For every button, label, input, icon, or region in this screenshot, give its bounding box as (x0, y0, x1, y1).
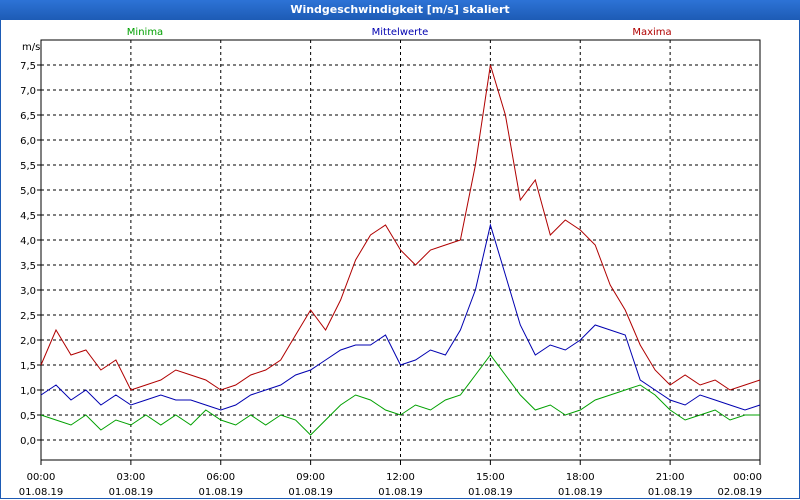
x-tick-date-label: 01.08.19 (109, 487, 154, 498)
legend-entry-minima: Minima (127, 27, 163, 38)
x-tick-time-label: 09:00 (296, 472, 325, 483)
x-tick-time-label: 00:00 (733, 472, 762, 483)
y-tick-label: 3,0 (20, 286, 36, 297)
y-tick-label: 5,0 (20, 186, 36, 197)
x-tick-date-label: 01.08.19 (288, 487, 333, 498)
y-tick-label: 0,5 (20, 411, 36, 422)
x-axis: 00:00 01.08.19 03:00 01.08.19 06:00 01.08.19 0… (19, 460, 762, 498)
x-tick-date-label: 02.08.19 (717, 487, 762, 498)
x-tick-date-label: 01.08.19 (648, 487, 693, 498)
x-tick-time-label: 15:00 (476, 472, 505, 483)
y-tick-label: 7,5 (20, 61, 36, 72)
y-axis-label: m/s (22, 42, 40, 53)
y-tick-label: 6,0 (20, 136, 36, 147)
y-tick-label: 4,0 (20, 236, 36, 247)
legend: Minima Mittelwerte Maxima (127, 27, 672, 38)
y-tick-label: 4,5 (20, 211, 36, 222)
x-tick-time-label: 18:00 (566, 472, 595, 483)
y-tick-label: 2,0 (20, 336, 36, 347)
x-tick-time-label: 12:00 (386, 472, 415, 483)
y-tick-label: 1,0 (20, 386, 36, 397)
x-tick-time-label: 06:00 (206, 472, 235, 483)
y-tick-label: 2,5 (20, 311, 36, 322)
x-tick-time-label: 21:00 (656, 472, 685, 483)
legend-entry-maxima: Maxima (632, 27, 671, 38)
x-tick-date-label: 01.08.19 (19, 487, 64, 498)
y-tick-label: 7,0 (20, 86, 36, 97)
x-tick-time-label: 03:00 (116, 472, 145, 483)
y-tick-label: 5,5 (20, 161, 36, 172)
line-chart: 0,0 0,5 1,0 1,5 2,0 2,5 3,0 3,5 4,0 4,5 5,0 5,5 6,0 6… (19, 27, 762, 498)
x-tick-date-label: 01.08.19 (378, 487, 423, 498)
y-axis: 0,0 0,5 1,0 1,5 2,0 2,5 3,0 3,5 4,0 4,5 5,0 5,5 6,0 6… (20, 61, 41, 447)
y-tick-label: 3,5 (20, 261, 36, 272)
y-tick-label: 1,5 (20, 361, 36, 372)
y-tick-label: 6,5 (20, 111, 36, 122)
legend-entry-mittelwerte: Mittelwerte (372, 27, 429, 38)
x-tick-date-label: 01.08.19 (198, 487, 243, 498)
x-tick-date-label: 01.08.19 (558, 487, 603, 498)
x-tick-time-label: 00:00 (27, 472, 56, 483)
x-tick-date-label: 01.08.19 (468, 487, 513, 498)
y-tick-label: 0,0 (20, 436, 36, 447)
